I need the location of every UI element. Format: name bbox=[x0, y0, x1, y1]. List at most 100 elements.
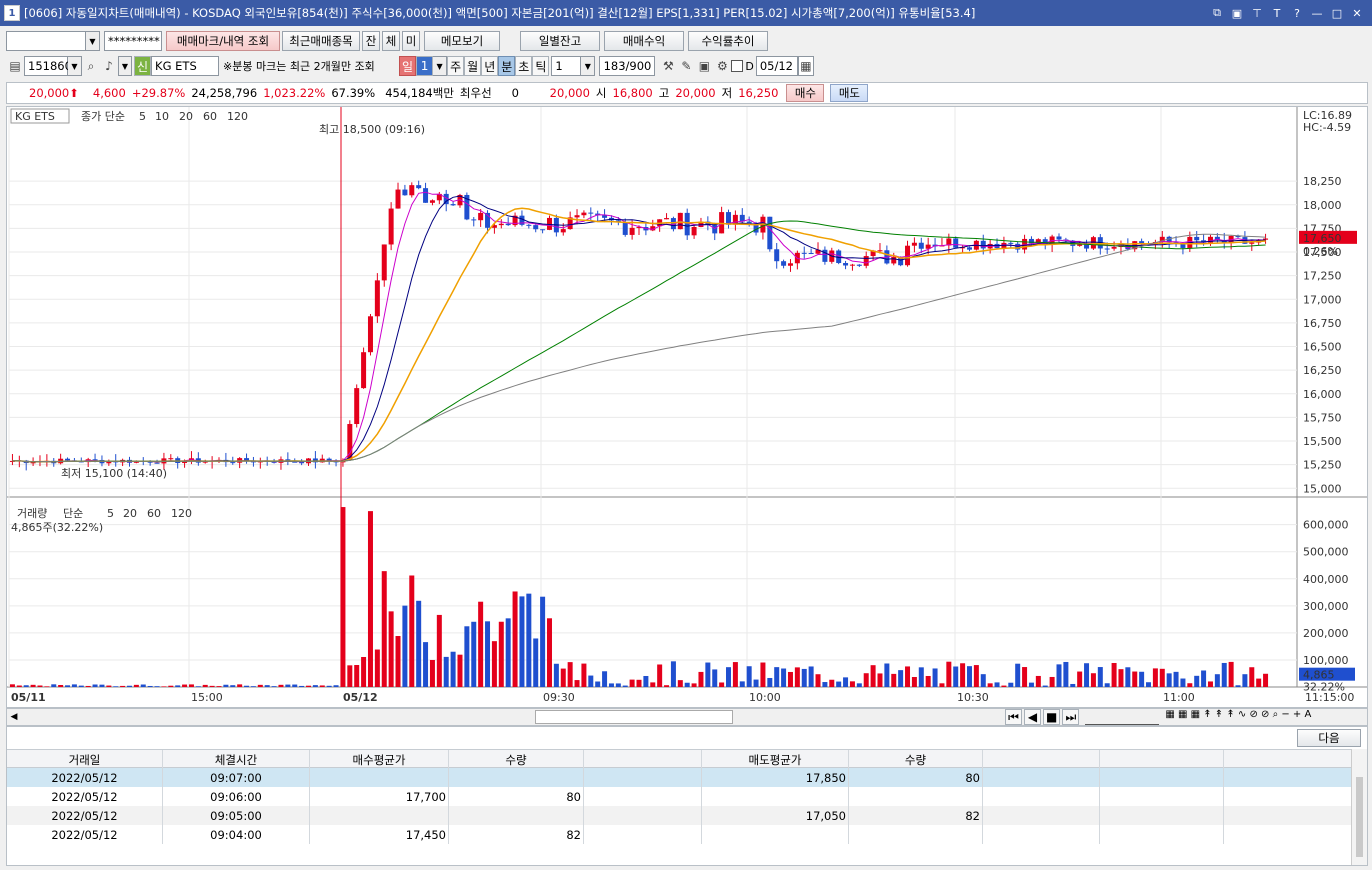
period-month[interactable]: 월 bbox=[464, 56, 482, 76]
volume-bar bbox=[381, 571, 387, 687]
volume-bar bbox=[1242, 674, 1248, 687]
nav-stop-icon[interactable]: ■ bbox=[1043, 709, 1061, 725]
trade-profit-button[interactable]: 매매수익 bbox=[604, 31, 684, 51]
password-field[interactable]: ********* bbox=[104, 31, 162, 51]
column-header[interactable] bbox=[584, 750, 702, 769]
interval-dropdown-icon[interactable]: ▼ bbox=[581, 56, 596, 76]
y-tick-label: 18,250 bbox=[1303, 175, 1342, 188]
minimize-icon[interactable]: — bbox=[1310, 6, 1324, 20]
volume-bar bbox=[51, 684, 57, 687]
table-cell: 09:05:00 bbox=[163, 806, 310, 825]
search-icon[interactable]: ⌕ bbox=[82, 56, 100, 76]
volume-bar bbox=[354, 665, 360, 687]
table-row[interactable]: 2022/05/12 09:04:00 17,450 82 bbox=[7, 825, 1352, 844]
candle-body bbox=[1008, 242, 1014, 244]
nav-next-icon[interactable]: ⏭ bbox=[1062, 709, 1080, 725]
column-header[interactable]: 수량 bbox=[849, 750, 983, 769]
period-dropdown-icon[interactable]: ▼ bbox=[433, 56, 448, 76]
copy-icon[interactable]: ▣ bbox=[1230, 6, 1244, 20]
save-icon[interactable]: ▣ bbox=[695, 56, 713, 76]
draw-tool-icon[interactable]: ✎ bbox=[677, 56, 695, 76]
chart-scrollbar[interactable]: ◀ ⏮ ◀ ■ ⏭ ▦ ▦ ▦ ↟ ↟ ↟ ∿ ⊘ ⊘ ⌕ − + A bbox=[6, 708, 1368, 726]
quote-best-label: 최우선 bbox=[459, 86, 492, 100]
close-icon[interactable]: ✕ bbox=[1350, 6, 1364, 20]
period-day[interactable]: 일 bbox=[399, 56, 417, 76]
speaker-dropdown-icon[interactable]: ▼ bbox=[118, 56, 132, 76]
table-cell bbox=[983, 787, 1100, 806]
table-row[interactable]: 2022/05/12 09:05:00 17,050 82 bbox=[7, 806, 1352, 825]
nav-first-icon[interactable]: ⏮ bbox=[1005, 709, 1022, 725]
link-icon[interactable]: ⧉ bbox=[1210, 6, 1224, 20]
last-pct-label: 0.26% bbox=[1303, 245, 1338, 258]
code-input[interactable]: 151860 bbox=[24, 56, 72, 76]
table-row[interactable]: 2022/05/12 09:06:00 17,700 80 bbox=[7, 787, 1352, 806]
nav-prev-icon[interactable]: ◀ bbox=[1024, 709, 1041, 725]
account-dropdown-icon[interactable]: ▼ bbox=[86, 31, 100, 51]
gear-icon[interactable]: ⚙ bbox=[713, 56, 731, 76]
period-second[interactable]: 초 bbox=[515, 56, 533, 76]
sell-button[interactable]: 매도 bbox=[830, 84, 869, 102]
column-header[interactable] bbox=[983, 750, 1100, 769]
chart-area[interactable]: 18,250 18,000 17,750 17,500 17,250 17,000 16,7… bbox=[6, 106, 1368, 708]
volume-bar bbox=[58, 684, 64, 687]
interval-input[interactable]: 1 bbox=[551, 56, 582, 76]
code-dropdown-icon[interactable]: ▼ bbox=[68, 56, 82, 76]
return-trend-button[interactable]: 수익률추이 bbox=[688, 31, 768, 51]
column-header[interactable]: 수량 bbox=[449, 750, 584, 769]
memo-button[interactable]: 메모보기 bbox=[424, 31, 500, 51]
volume-bar bbox=[250, 686, 256, 687]
maximize-icon[interactable]: □ bbox=[1330, 6, 1344, 20]
period-num[interactable]: 1 bbox=[416, 56, 434, 76]
account-input[interactable] bbox=[6, 31, 86, 51]
table-cell bbox=[310, 768, 449, 787]
next-button[interactable]: 다음 bbox=[1297, 729, 1361, 747]
zoom-slider[interactable] bbox=[1085, 709, 1160, 725]
table-scroll-thumb[interactable] bbox=[1356, 777, 1363, 857]
tools-icon[interactable]: ▦ ▦ ▦ ↟ ↟ ↟ ∿ ⊘ ⊘ ⌕ − + A bbox=[1165, 709, 1311, 725]
chart-svg[interactable]: 18,25018,00017,75017,50017,25017,00016,7… bbox=[7, 107, 1367, 707]
period-week[interactable]: 주 bbox=[447, 56, 465, 76]
period-tick[interactable]: 틱 bbox=[532, 56, 550, 76]
volume-bar bbox=[1201, 670, 1207, 687]
candle-body bbox=[1077, 244, 1083, 246]
table-row[interactable]: 2022/05/12 09:07:00 17,850 80 bbox=[7, 768, 1352, 787]
screen-icon[interactable]: ▤ bbox=[6, 56, 24, 76]
calendar-icon[interactable]: ▦ bbox=[797, 56, 814, 76]
mark-query-button[interactable]: 매매마크/내역 조회 bbox=[166, 31, 280, 51]
volume-bar bbox=[402, 605, 408, 687]
pin-icon[interactable]: ⊤ bbox=[1250, 6, 1264, 20]
volume-bar bbox=[739, 681, 745, 687]
x-tick-label: 11:00 bbox=[1163, 691, 1195, 704]
buy-button[interactable]: 매수 bbox=[786, 84, 825, 102]
column-header[interactable]: 매도평균가 bbox=[702, 750, 849, 769]
column-header[interactable] bbox=[1224, 750, 1352, 769]
volume-current: 4,865주(32.22%) bbox=[11, 521, 103, 534]
speaker-icon[interactable]: ♪ bbox=[100, 56, 118, 76]
daily-balance-button[interactable]: 일별잔고 bbox=[520, 31, 600, 51]
volume-bar bbox=[1214, 674, 1220, 687]
count-input[interactable]: 183/900 bbox=[599, 56, 656, 76]
date-input[interactable]: 05/12 bbox=[755, 56, 798, 76]
font-icon[interactable]: T bbox=[1270, 6, 1284, 20]
period-minute[interactable]: 분 bbox=[498, 56, 516, 76]
period-year[interactable]: 년 bbox=[481, 56, 499, 76]
che-button[interactable]: 체 bbox=[382, 31, 400, 51]
table-scrollbar[interactable] bbox=[1351, 749, 1367, 865]
column-header[interactable]: 매수평균가 bbox=[310, 750, 449, 769]
volume-bar bbox=[182, 684, 188, 687]
scroll-thumb[interactable] bbox=[535, 710, 733, 724]
column-header[interactable] bbox=[1100, 750, 1224, 769]
ma-label: 종가 단순 bbox=[81, 110, 125, 123]
date-checkbox[interactable] bbox=[731, 60, 744, 72]
recent-items-button[interactable]: 최근매매종목 bbox=[282, 31, 360, 51]
jan-button[interactable]: 잔 bbox=[362, 31, 380, 51]
chart-tool-icon[interactable]: ⚒ bbox=[659, 56, 677, 76]
column-header[interactable]: 체결시간 bbox=[163, 750, 310, 769]
scroll-left-icon[interactable]: ◀ bbox=[7, 712, 21, 722]
help-icon[interactable]: ? bbox=[1290, 6, 1304, 20]
column-header[interactable]: 거래일 bbox=[7, 750, 163, 769]
volume-bar bbox=[808, 666, 814, 687]
mi-button[interactable]: 미 bbox=[402, 31, 420, 51]
quote-low: 16,250 bbox=[738, 86, 779, 100]
quote-high: 20,000 bbox=[675, 86, 716, 100]
